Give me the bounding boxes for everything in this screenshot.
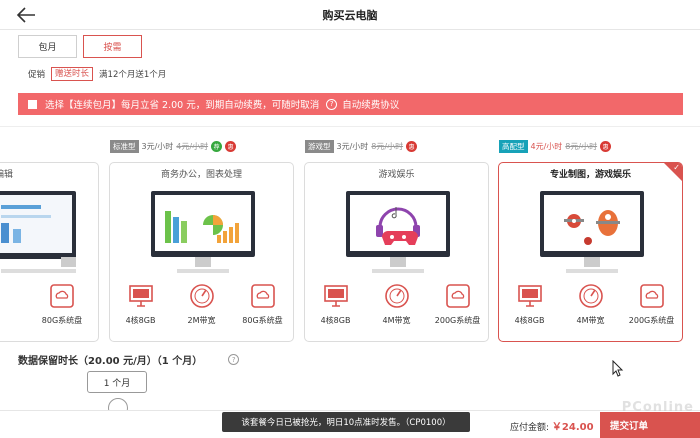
plan-type-badge: 标准型 bbox=[110, 139, 139, 153]
spec-label: 2M带宽 bbox=[187, 316, 216, 325]
price-now: 4元/小时 bbox=[530, 141, 563, 151]
monitor-icon bbox=[323, 285, 348, 307]
discount-badge: 惠 bbox=[225, 140, 237, 152]
plan-title: 游戏娱乐 bbox=[378, 170, 415, 180]
auto-renew-text: 选择【连续包月】每月立省 2.00 元，到期自动续费，可随时取消 bbox=[45, 100, 320, 111]
spec-item: 80G系统盘 bbox=[233, 283, 293, 326]
spec-label: 200G系统盘 bbox=[628, 316, 675, 325]
price-tag-high: 高配型 4元/小时 8元/小时 惠 bbox=[499, 139, 612, 153]
tab-monthly[interactable]: 包月 bbox=[18, 35, 77, 58]
spec-item: 80G系统盘 bbox=[32, 283, 92, 326]
spec-item: 2M带宽 bbox=[172, 283, 232, 326]
plan-card-high[interactable]: ✓ 专业制图，游戏娱乐 4核8GB 4M带宽 200G系统盘 bbox=[498, 162, 683, 342]
auto-renew-agreement-link[interactable]: 自动续费协议 bbox=[342, 97, 399, 111]
plan-type-badge: 游戏型 bbox=[305, 139, 334, 153]
promo-label: 促销 bbox=[28, 70, 46, 80]
monitor-illustration bbox=[0, 191, 76, 273]
monitor-illustration bbox=[346, 191, 450, 273]
spec-label: 4核8GB bbox=[514, 316, 545, 325]
plan-type-badge: 高配型 bbox=[499, 139, 528, 153]
spec-label: 80G系统盘 bbox=[41, 316, 83, 325]
discount-badge: 惠 bbox=[406, 140, 418, 152]
pay-amount: 应付金额: ￥24.00 bbox=[510, 418, 594, 433]
spec-item: 4核8GB bbox=[306, 283, 366, 326]
monitor-illustration bbox=[540, 191, 644, 273]
pay-label: 应付金额: bbox=[510, 423, 550, 433]
spec-row: 4核8GB 2M带宽 80G系统盘 bbox=[110, 283, 293, 326]
discount-badge: 惠 bbox=[600, 140, 612, 152]
spec-item: 4M带宽 bbox=[561, 283, 621, 326]
spec-label: 200G系统盘 bbox=[434, 316, 481, 325]
monitor-icon bbox=[128, 285, 153, 307]
price-old: 8元/小时 bbox=[371, 141, 404, 151]
tab-on-demand[interactable]: 按需 bbox=[83, 35, 142, 58]
spec-label: 4核8GB bbox=[320, 316, 351, 325]
recommend-badge: 荐 bbox=[211, 140, 223, 152]
help-icon[interactable]: ? bbox=[326, 98, 338, 110]
auto-renew-checkbox[interactable] bbox=[28, 99, 37, 109]
header-bar: 购买云电脑 bbox=[0, 0, 700, 30]
spec-row: 80G系统盘 bbox=[0, 283, 98, 326]
speed-gauge-icon bbox=[189, 284, 214, 308]
spec-item: 4核8GB bbox=[500, 283, 560, 326]
spec-label: 4M带宽 bbox=[576, 316, 605, 325]
speed-gauge-icon bbox=[578, 284, 603, 308]
spec-item: 200G系统盘 bbox=[428, 283, 488, 326]
plan-card-doc[interactable]: 文档编辑 80G系统盘 bbox=[0, 162, 99, 342]
monitor-illustration bbox=[151, 191, 255, 273]
disk-icon bbox=[250, 284, 275, 308]
price-old: 8元/小时 bbox=[565, 141, 598, 151]
divider bbox=[0, 126, 700, 127]
promo-row: 促销 赠送时长 满12个月送1个月 bbox=[28, 67, 166, 81]
price-tag-gaming: 游戏型 3元/小时 8元/小时 惠 bbox=[305, 139, 418, 153]
spec-row: 4核8GB 4M带宽 200G系统盘 bbox=[305, 283, 488, 326]
pay-value: ￥24.00 bbox=[551, 422, 594, 433]
price-old: 4元/小时 bbox=[176, 141, 209, 151]
plan-title: 商务办公，图表处理 bbox=[160, 170, 242, 180]
plan-title: 专业制图，游戏娱乐 bbox=[549, 170, 631, 180]
price-now: 3元/小时 bbox=[336, 141, 369, 151]
promo-badge: 赠送时长 bbox=[51, 67, 94, 81]
spec-label: 4M带宽 bbox=[382, 316, 411, 325]
price-now: 3元/小时 bbox=[141, 141, 174, 151]
disk-icon bbox=[445, 284, 470, 308]
plan-card-gaming[interactable]: 游戏娱乐 4核8GB 4M带宽 200G系统盘 bbox=[304, 162, 489, 342]
disk-icon bbox=[639, 284, 664, 308]
page-title: 购买云电脑 bbox=[322, 9, 378, 22]
data-retention-title-row: 数据保留时长（20.00 元/月）（1 个月） ? bbox=[18, 352, 240, 367]
plan-card-standard[interactable]: 商务办公，图表处理 4核8GB 2M带宽 80G系统盘 bbox=[109, 162, 294, 342]
price-tag-standard: 标准型 3元/小时 4元/小时 荐 惠 bbox=[110, 139, 237, 153]
spec-item: 200G系统盘 bbox=[622, 283, 682, 326]
spec-row: 4核8GB 4M带宽 200G系统盘 bbox=[499, 283, 682, 326]
monitor-icon bbox=[517, 285, 542, 307]
help-icon[interactable]: ? bbox=[228, 354, 240, 365]
spec-label: 80G系统盘 bbox=[242, 316, 283, 325]
data-retention-title: 数据保留时长（20.00 元/月）（1 个月） bbox=[18, 356, 203, 367]
retention-option-button[interactable]: 1 个月 bbox=[87, 371, 147, 393]
sold-out-toast: 该套餐今日已被抢光，明日10点准时发售。（CP0100） bbox=[222, 412, 470, 432]
spec-label: 4核8GB bbox=[125, 316, 156, 325]
speed-gauge-icon bbox=[384, 284, 409, 308]
submit-order-button[interactable]: 提交订单 bbox=[600, 412, 700, 438]
promo-text: 满12个月送1个月 bbox=[99, 70, 167, 80]
spec-item: 4核8GB bbox=[111, 283, 171, 326]
auto-renew-banner: 选择【连续包月】每月立省 2.00 元，到期自动续费，可随时取消 ? 自动续费协… bbox=[18, 93, 683, 115]
spec-item: 4M带宽 bbox=[367, 283, 427, 326]
disk-icon bbox=[50, 284, 74, 308]
mouse-cursor-icon bbox=[612, 360, 624, 377]
billing-tabs: 包月 按需 bbox=[18, 35, 142, 59]
plan-title: 文档编辑 bbox=[0, 170, 14, 180]
